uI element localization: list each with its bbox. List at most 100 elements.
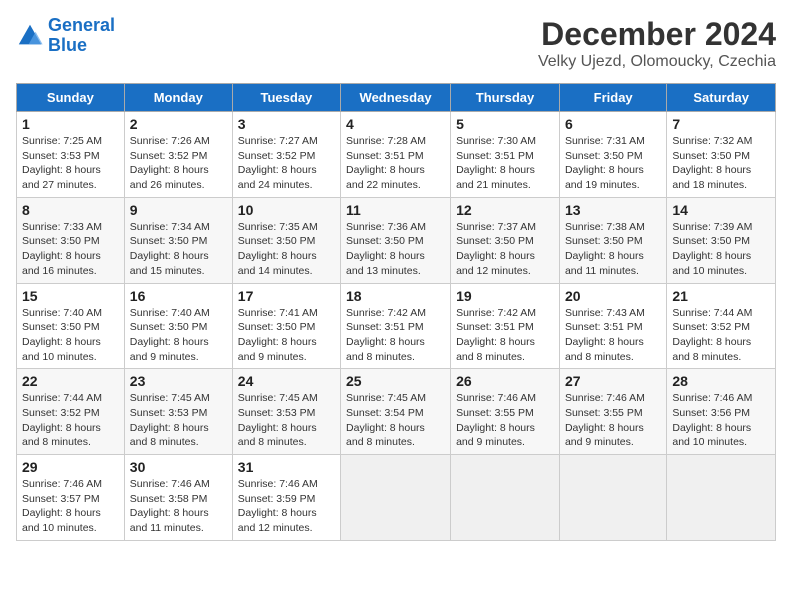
calendar-week-1: 1 Sunrise: 7:25 AMSunset: 3:53 PMDaylight…	[17, 112, 776, 198]
calendar-cell: 18Sunrise: 7:42 AMSunset: 3:51 PMDayligh…	[341, 283, 451, 369]
day-number: 12	[456, 202, 554, 218]
day-info: Sunrise: 7:25 AMSunset: 3:53 PMDaylight:…	[22, 134, 119, 193]
calendar-cell: 14 Sunrise: 7:39 AMSunset: 3:50 PMDayligh…	[667, 197, 776, 283]
calendar-cell: 11 Sunrise: 7:36 AMSunset: 3:50 PMDayligh…	[341, 197, 451, 283]
day-number: 26	[456, 373, 554, 389]
day-info: Sunrise: 7:36 AMSunset: 3:50 PMDaylight:…	[346, 220, 445, 279]
day-info: Sunrise: 7:27 AMSunset: 3:52 PMDaylight:…	[238, 134, 335, 193]
calendar-cell: 25 Sunrise: 7:45 AMSunset: 3:54 PMDayligh…	[341, 369, 451, 455]
day-info: Sunrise: 7:45 AMSunset: 3:54 PMDaylight:…	[346, 391, 445, 450]
day-number: 2	[130, 116, 227, 132]
day-info: Sunrise: 7:39 AMSunset: 3:50 PMDaylight:…	[672, 220, 770, 279]
day-number: 1	[22, 116, 119, 132]
col-header-wednesday: Wednesday	[341, 84, 451, 112]
day-info: Sunrise: 7:46 AMSunset: 3:56 PMDaylight:…	[672, 391, 770, 450]
day-info: Sunrise: 7:40 AMSunset: 3:50 PMDaylight:…	[130, 306, 227, 365]
calendar-week-4: 22 Sunrise: 7:44 AMSunset: 3:52 PMDayligh…	[17, 369, 776, 455]
day-number: 20	[565, 288, 661, 304]
calendar-cell: 17Sunrise: 7:41 AMSunset: 3:50 PMDayligh…	[232, 283, 340, 369]
day-info: Sunrise: 7:34 AMSunset: 3:50 PMDaylight:…	[130, 220, 227, 279]
calendar-cell: 26 Sunrise: 7:46 AMSunset: 3:55 PMDayligh…	[451, 369, 560, 455]
day-number: 7	[672, 116, 770, 132]
calendar-cell: 22 Sunrise: 7:44 AMSunset: 3:52 PMDayligh…	[17, 369, 125, 455]
day-number: 15	[22, 288, 119, 304]
day-info: Sunrise: 7:40 AMSunset: 3:50 PMDaylight:…	[22, 306, 119, 365]
day-info: Sunrise: 7:31 AMSunset: 3:50 PMDaylight:…	[565, 134, 661, 193]
title-section: December 2024 Velky Ujezd, Olomoucky, Cz…	[538, 16, 776, 71]
calendar-cell: 27Sunrise: 7:46 AMSunset: 3:55 PMDayligh…	[559, 369, 666, 455]
calendar-cell: 12Sunrise: 7:37 AMSunset: 3:50 PMDayligh…	[451, 197, 560, 283]
day-info: Sunrise: 7:45 AMSunset: 3:53 PMDaylight:…	[130, 391, 227, 450]
day-number: 14	[672, 202, 770, 218]
day-number: 5	[456, 116, 554, 132]
calendar-table: SundayMondayTuesdayWednesdayThursdayFrid…	[16, 83, 776, 541]
calendar-cell: 20 Sunrise: 7:43 AMSunset: 3:51 PMDayligh…	[559, 283, 666, 369]
logo-text: General Blue	[48, 16, 115, 56]
day-number: 19	[456, 288, 554, 304]
calendar-title: December 2024	[538, 16, 776, 53]
day-info: Sunrise: 7:43 AMSunset: 3:51 PMDaylight:…	[565, 306, 661, 365]
calendar-cell: 3 Sunrise: 7:27 AMSunset: 3:52 PMDaylight…	[232, 112, 340, 198]
day-number: 24	[238, 373, 335, 389]
calendar-cell: 10Sunrise: 7:35 AMSunset: 3:50 PMDayligh…	[232, 197, 340, 283]
calendar-cell: 19Sunrise: 7:42 AMSunset: 3:51 PMDayligh…	[451, 283, 560, 369]
calendar-cell: 7 Sunrise: 7:32 AMSunset: 3:50 PMDaylight…	[667, 112, 776, 198]
day-number: 9	[130, 202, 227, 218]
col-header-tuesday: Tuesday	[232, 84, 340, 112]
calendar-cell: 23Sunrise: 7:45 AMSunset: 3:53 PMDayligh…	[124, 369, 232, 455]
logo-icon	[16, 22, 44, 50]
col-header-friday: Friday	[559, 84, 666, 112]
calendar-cell: 8 Sunrise: 7:33 AMSunset: 3:50 PMDaylight…	[17, 197, 125, 283]
calendar-cell	[341, 455, 451, 541]
page-header: General Blue December 2024 Velky Ujezd, …	[16, 16, 776, 71]
calendar-subtitle: Velky Ujezd, Olomoucky, Czechia	[538, 53, 776, 71]
calendar-cell	[559, 455, 666, 541]
day-info: Sunrise: 7:44 AMSunset: 3:52 PMDaylight:…	[22, 391, 119, 450]
day-number: 22	[22, 373, 119, 389]
calendar-cell: 5Sunrise: 7:30 AMSunset: 3:51 PMDaylight…	[451, 112, 560, 198]
day-number: 29	[22, 459, 119, 475]
day-info: Sunrise: 7:41 AMSunset: 3:50 PMDaylight:…	[238, 306, 335, 365]
day-info: Sunrise: 7:46 AMSunset: 3:57 PMDaylight:…	[22, 477, 119, 536]
day-info: Sunrise: 7:46 AMSunset: 3:58 PMDaylight:…	[130, 477, 227, 536]
day-info: Sunrise: 7:46 AMSunset: 3:59 PMDaylight:…	[238, 477, 335, 536]
logo-line2: Blue	[48, 35, 87, 55]
day-number: 13	[565, 202, 661, 218]
col-header-sunday: Sunday	[17, 84, 125, 112]
day-number: 16	[130, 288, 227, 304]
calendar-cell: 4 Sunrise: 7:28 AMSunset: 3:51 PMDaylight…	[341, 112, 451, 198]
day-number: 28	[672, 373, 770, 389]
calendar-cell: 1 Sunrise: 7:25 AMSunset: 3:53 PMDaylight…	[17, 112, 125, 198]
day-number: 4	[346, 116, 445, 132]
day-number: 21	[672, 288, 770, 304]
col-header-monday: Monday	[124, 84, 232, 112]
col-header-thursday: Thursday	[451, 84, 560, 112]
calendar-cell: 15 Sunrise: 7:40 AMSunset: 3:50 PMDayligh…	[17, 283, 125, 369]
day-info: Sunrise: 7:28 AMSunset: 3:51 PMDaylight:…	[346, 134, 445, 193]
calendar-cell: 29 Sunrise: 7:46 AMSunset: 3:57 PMDayligh…	[17, 455, 125, 541]
calendar-week-2: 8 Sunrise: 7:33 AMSunset: 3:50 PMDaylight…	[17, 197, 776, 283]
calendar-cell: 9 Sunrise: 7:34 AMSunset: 3:50 PMDaylight…	[124, 197, 232, 283]
day-number: 8	[22, 202, 119, 218]
day-info: Sunrise: 7:32 AMSunset: 3:50 PMDaylight:…	[672, 134, 770, 193]
calendar-cell: 16 Sunrise: 7:40 AMSunset: 3:50 PMDayligh…	[124, 283, 232, 369]
day-number: 10	[238, 202, 335, 218]
calendar-week-5: 29 Sunrise: 7:46 AMSunset: 3:57 PMDayligh…	[17, 455, 776, 541]
calendar-cell: 28 Sunrise: 7:46 AMSunset: 3:56 PMDayligh…	[667, 369, 776, 455]
calendar-cell: 6 Sunrise: 7:31 AMSunset: 3:50 PMDaylight…	[559, 112, 666, 198]
day-number: 27	[565, 373, 661, 389]
calendar-cell	[667, 455, 776, 541]
day-number: 6	[565, 116, 661, 132]
logo: General Blue	[16, 16, 115, 56]
day-number: 3	[238, 116, 335, 132]
day-info: Sunrise: 7:46 AMSunset: 3:55 PMDaylight:…	[456, 391, 554, 450]
calendar-cell: 24 Sunrise: 7:45 AMSunset: 3:53 PMDayligh…	[232, 369, 340, 455]
day-number: 25	[346, 373, 445, 389]
logo-line1: General	[48, 15, 115, 35]
day-number: 11	[346, 202, 445, 218]
col-header-saturday: Saturday	[667, 84, 776, 112]
calendar-cell: 2Sunrise: 7:26 AMSunset: 3:52 PMDaylight…	[124, 112, 232, 198]
day-info: Sunrise: 7:45 AMSunset: 3:53 PMDaylight:…	[238, 391, 335, 450]
calendar-cell: 13Sunrise: 7:38 AMSunset: 3:50 PMDayligh…	[559, 197, 666, 283]
day-info: Sunrise: 7:33 AMSunset: 3:50 PMDaylight:…	[22, 220, 119, 279]
